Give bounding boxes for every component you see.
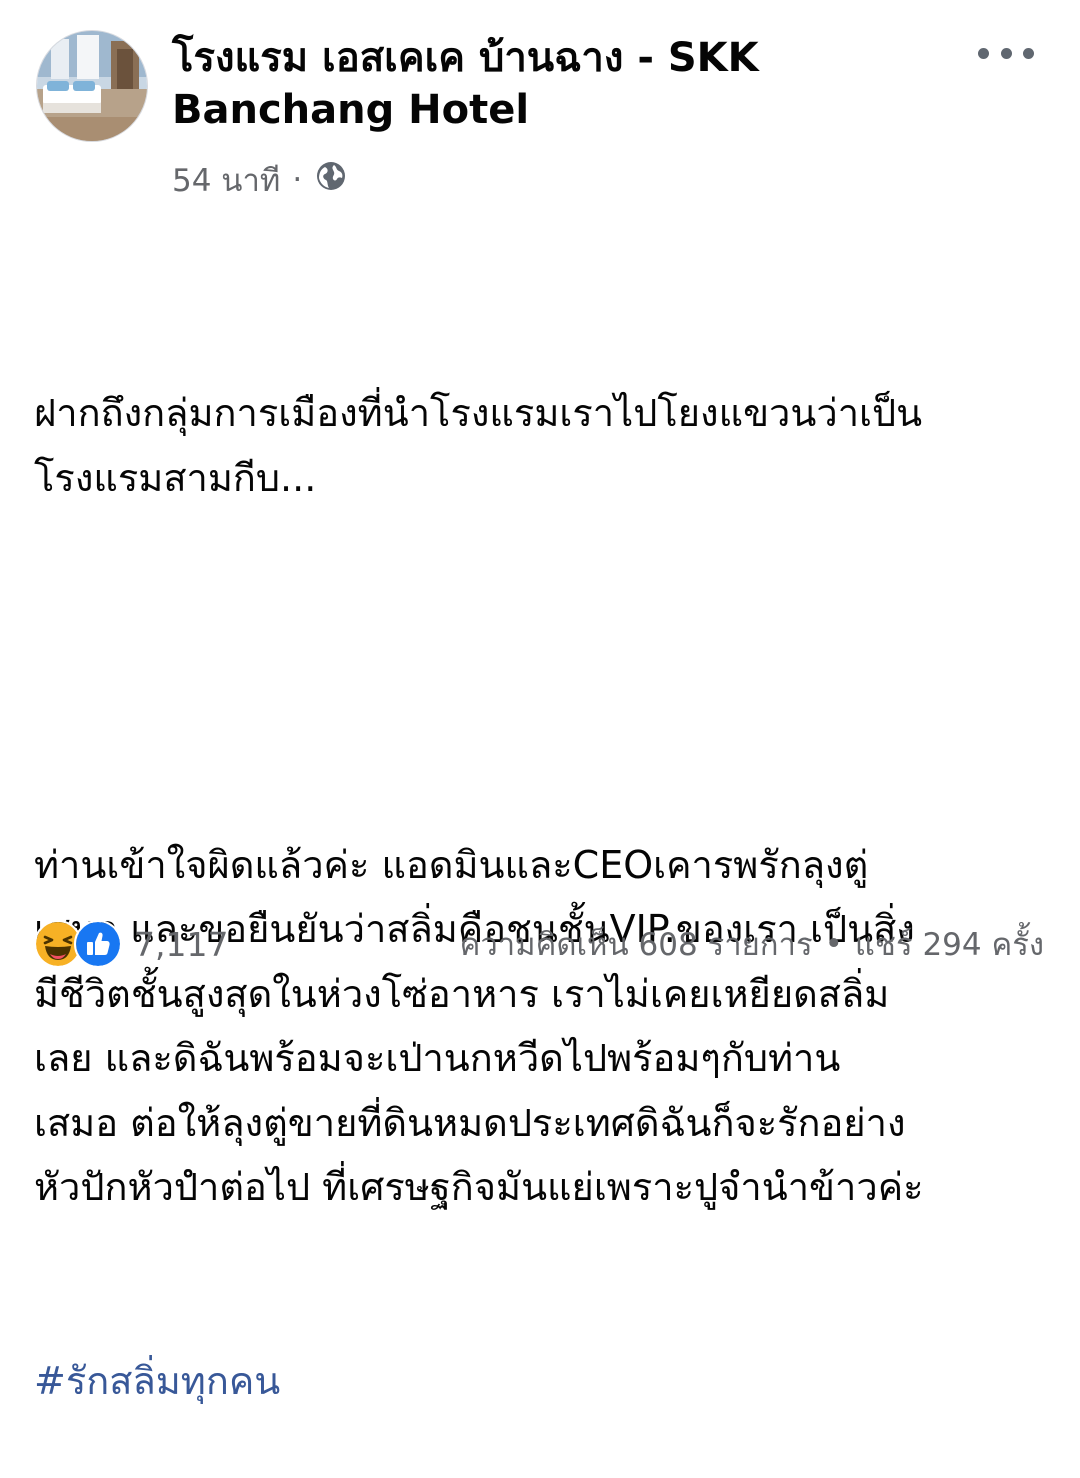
page-avatar[interactable] [36,30,148,142]
stats-separator: • [824,926,843,962]
share-count[interactable]: แชร์ 294 ครั้ง [855,919,1044,969]
hashtag-link[interactable]: #รักสลิ่มทุกคน [34,1359,280,1403]
more-icon-dot [1000,47,1012,59]
hotel-room-photo [37,31,147,141]
reaction-count: 7,117 [134,924,229,964]
post-footer: 7,117 ความคิดเห็น 608 รายการ • แชร์ 294 … [34,918,1044,970]
more-icon [978,47,989,59]
engagement-stats: ความคิดเห็น 608 รายการ • แชร์ 294 ครั้ง [460,919,1044,969]
post-meta: 54 นาที · [172,158,346,202]
more-icon-dot [1023,47,1034,59]
globe-icon[interactable] [316,161,346,199]
reactions-summary[interactable]: 7,117 [34,920,228,968]
post-timestamp[interactable]: 54 นาที [172,155,280,205]
post-paragraph: ฝากถึงกลุ่มการเมืองที่นำโรงแรมเราไปโยงแข… [34,391,923,500]
more-options-button[interactable] [978,38,1034,68]
post-paragraph: ท่านเข้าใจผิดแล้วค่ะ แอดมินและCEOเคารพรั… [34,842,924,1210]
like-icon [74,920,122,968]
comment-count[interactable]: ความคิดเห็น 608 รายการ [460,919,813,969]
meta-separator: · [292,162,303,198]
post-body: ฝากถึงกลุ่มการเมืองที่นำโรงแรมเราไปโยงแข… [34,252,1044,1478]
page-name[interactable]: โรงแรม เอสเคเค บ้านฉาง - SKK Banchang Ho… [172,32,872,136]
